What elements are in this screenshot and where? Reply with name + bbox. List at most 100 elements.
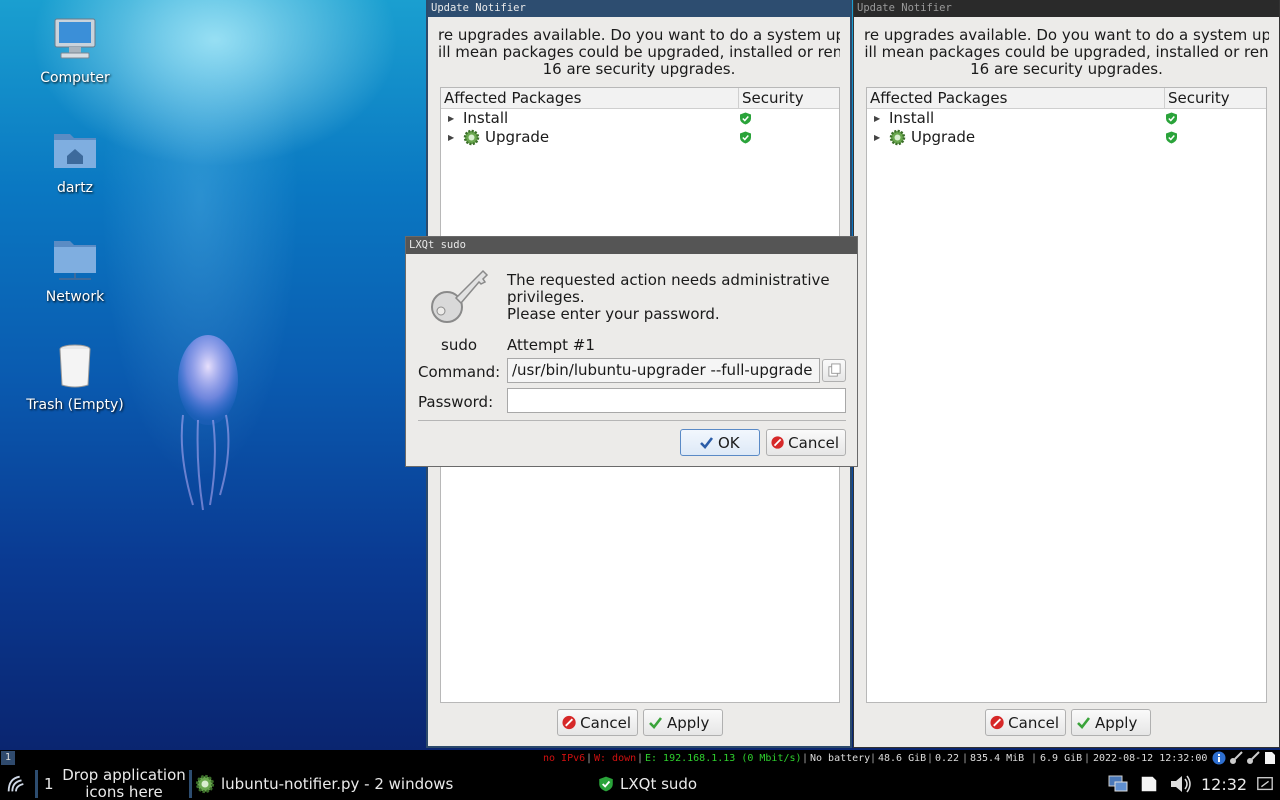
affected-packages-tree[interactable]: Affected Packages Security ▶ Install ▶ Up… [866, 87, 1267, 703]
status-separator: | [802, 753, 809, 764]
status-disk: 48.6 GiB [878, 753, 927, 764]
desktop-icon-home[interactable]: dartz [20, 126, 130, 196]
tree-row-upgrade[interactable]: ▶ Upgrade [867, 128, 1266, 147]
shield-icon [599, 776, 613, 792]
apply-button[interactable]: Apply [1071, 709, 1151, 736]
window-title[interactable]: Update Notifier [428, 0, 850, 17]
clock[interactable]: 12:32 [1201, 768, 1247, 800]
message-line: re upgrades available. Do you want to do… [864, 27, 1269, 44]
copy-icon [828, 363, 841, 377]
status-separator: | [962, 753, 969, 764]
info-icon[interactable] [1212, 751, 1226, 765]
show-desktop-button[interactable] [1139, 768, 1161, 800]
desktop-icon-computer[interactable]: Computer [20, 16, 130, 86]
key-tray-icon[interactable] [1246, 751, 1260, 765]
gear-icon [889, 129, 906, 146]
tree-row-install[interactable]: ▶ Install [867, 109, 1266, 128]
cancel-button[interactable]: Cancel [766, 429, 846, 456]
expand-arrow-icon[interactable]: ▶ [874, 128, 884, 147]
password-label: Password: [418, 393, 494, 411]
copy-command-button[interactable] [822, 359, 846, 382]
volume-tray-button[interactable] [1169, 768, 1193, 800]
status-ethernet: E: 192.168.1.13 (0 Mbit/s) [645, 753, 802, 764]
row-label: Upgrade [911, 128, 976, 146]
quicklaunch-area[interactable]: Drop application icons here [60, 766, 188, 800]
column-header-packages[interactable]: Affected Packages [867, 88, 1165, 108]
prompt-line: The requested action needs administrativ… [507, 271, 830, 289]
lubuntu-logo-icon [7, 775, 24, 792]
tree-header: Affected Packages Security [441, 88, 839, 109]
network-tray-button[interactable] [1107, 768, 1129, 800]
password-field[interactable] [507, 388, 846, 413]
key-tray-icon[interactable] [1229, 751, 1243, 765]
button-label: OK [718, 433, 740, 452]
cancel-button[interactable]: Cancel [557, 709, 638, 736]
document-tray-icon[interactable] [1263, 751, 1277, 765]
command-label: Command: [418, 363, 501, 381]
desktop-icon-network[interactable]: Network [20, 235, 130, 305]
expand-arrow-icon[interactable]: ▶ [874, 109, 884, 128]
desktop-switcher[interactable]: 1 [44, 768, 56, 800]
prompt-line: privileges. [507, 288, 585, 306]
window-title[interactable]: Update Notifier [854, 0, 1279, 17]
security-shield-icon [740, 112, 751, 125]
volume-icon [1171, 775, 1191, 793]
status-battery: No battery [810, 753, 871, 764]
checkmark-icon [1077, 717, 1091, 729]
expand-arrow-icon[interactable]: ▶ [448, 109, 458, 128]
cancel-button[interactable]: Cancel [985, 709, 1066, 736]
attempt-label: Attempt #1 [507, 336, 595, 354]
status-ipv6: no IPv6 [543, 753, 586, 764]
checkmark-icon [649, 717, 663, 729]
status-swap: 6.9 GiB [1040, 753, 1083, 764]
tree-row-upgrade[interactable]: ▶ Upgrade [441, 128, 839, 147]
button-label: Cancel [1008, 713, 1059, 732]
command-field[interactable]: /usr/bin/lubuntu-upgrader --full-upgrade [507, 358, 820, 383]
tree-row-install[interactable]: ▶ Install [441, 109, 839, 128]
window-menu-button[interactable] [1256, 768, 1276, 800]
status-memory: 835.4 MiB [970, 753, 1025, 764]
cancel-icon [990, 715, 1004, 730]
computer-icon [54, 18, 96, 59]
window-list-icon [1257, 777, 1273, 791]
task-label: lubuntu-notifier.py - 2 windows [221, 775, 454, 793]
status-wifi: W: down [594, 753, 637, 764]
workspace-indicator[interactable]: 1 [1, 751, 15, 765]
network-folder-icon [54, 241, 96, 280]
network-icon [1108, 775, 1128, 792]
message-line: 16 are security upgrades. [970, 61, 1163, 78]
taskbar-separator [35, 770, 38, 798]
cancel-icon [562, 715, 576, 730]
desktop-icon-trash[interactable]: Trash (Empty) [20, 343, 130, 413]
quicklaunch-text: Drop application icons here [62, 766, 186, 800]
column-header-packages[interactable]: Affected Packages [441, 88, 739, 108]
desktop-icon [1141, 776, 1157, 792]
jellyfish-wallpaper-art [178, 335, 238, 511]
row-label: Install [889, 109, 935, 127]
status-separator: | [1084, 753, 1091, 764]
column-header-security[interactable]: Security [1165, 88, 1230, 108]
dialog-title[interactable]: LXQt sudo [406, 237, 857, 254]
cancel-icon [771, 436, 784, 449]
gear-icon [195, 774, 215, 794]
task-button-lubuntu-notifier[interactable]: lubuntu-notifier.py - 2 windows [195, 768, 590, 800]
apply-button[interactable]: Apply [643, 709, 723, 736]
status-separator: | [637, 753, 644, 764]
button-label: Cancel [788, 433, 839, 452]
key-icon [431, 269, 489, 323]
task-button-lxqt-sudo[interactable]: LXQt sudo [598, 768, 898, 800]
button-label: Apply [1095, 713, 1138, 732]
prompt-text: The requested action needs administrativ… [507, 272, 830, 323]
main-menu-button[interactable] [0, 768, 32, 800]
security-shield-icon [740, 131, 751, 144]
status-separator: | [1031, 753, 1038, 764]
ok-button[interactable]: OK [680, 429, 760, 456]
user-label: sudo [441, 336, 478, 354]
expand-arrow-icon[interactable]: ▶ [448, 128, 458, 147]
status-separator: | [586, 753, 593, 764]
update-message: re upgrades available. Do you want to do… [428, 17, 850, 78]
security-shield-icon [1166, 112, 1177, 125]
sudo-dialog: LXQt sudo The requested action needs adm… [405, 236, 858, 467]
taskbar-separator [189, 770, 192, 798]
column-header-security[interactable]: Security [739, 88, 804, 108]
